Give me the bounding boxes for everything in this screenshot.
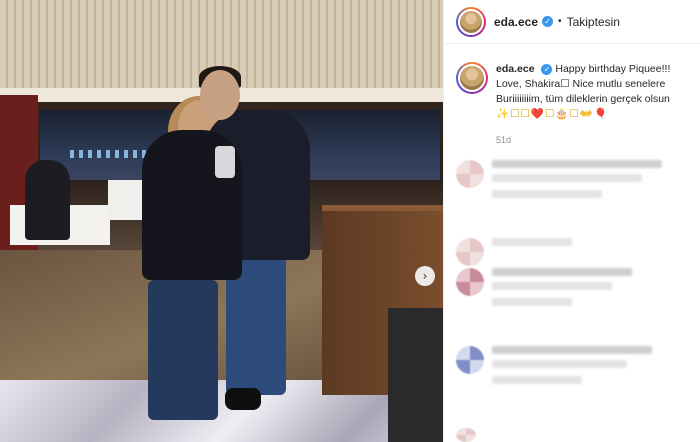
comment-item: [456, 160, 662, 204]
photo-man-head: [200, 70, 240, 120]
caption-avatar-image: [458, 64, 486, 92]
post-age[interactable]: 51d: [496, 135, 511, 145]
comment-avatar: [456, 160, 484, 188]
photo-phone: [215, 146, 235, 178]
comment-avatar: [456, 428, 476, 442]
photo-table-middle: [108, 180, 142, 220]
comment-item: [456, 268, 632, 312]
photo-bin: [388, 308, 443, 442]
author-avatar[interactable]: [456, 6, 486, 37]
caption-line-1: Happy birthday Piquee!!!: [555, 63, 671, 75]
avatar-image: [458, 8, 484, 35]
comment-item: [456, 346, 652, 390]
caption-verified-badge-icon: ✓: [541, 64, 553, 75]
caption-line-2: Love, Shakira☐ Nice mutlu senelere: [496, 78, 666, 90]
post-caption: eda.ece ✓ Happy birthday Piquee!!! Love,…: [456, 62, 696, 122]
comment-item: [456, 428, 476, 442]
comment-blurred-text: [492, 160, 662, 204]
follow-status-button[interactable]: Takiptesin: [567, 15, 620, 29]
comment-blurred-text: [492, 268, 632, 312]
photo-man-shoe: [225, 388, 261, 410]
comment-item: [456, 238, 572, 266]
post-header: eda.ece ✓ • Takiptesin: [444, 0, 700, 44]
chevron-right-icon: ›: [422, 269, 428, 283]
photo-woman-legs: [148, 280, 218, 420]
photo-diner: [25, 160, 70, 240]
post-side-panel: eda.ece ✓ • Takiptesin eda.ece ✓ Happy b…: [443, 0, 700, 442]
caption-body: eda.ece ✓ Happy birthday Piquee!!! Love,…: [496, 62, 691, 122]
caption-username[interactable]: eda.ece: [496, 63, 535, 75]
separator-dot: •: [558, 16, 562, 27]
comment-blurred-text: [492, 346, 652, 390]
comment-blurred-text: [492, 238, 572, 266]
comment-avatar: [456, 268, 484, 296]
next-photo-button[interactable]: ›: [415, 266, 435, 286]
caption-emojis: ✨☐☐❤️☐🎂☐👐🎈: [496, 108, 609, 120]
post-photo[interactable]: ›: [0, 0, 443, 442]
author-username[interactable]: eda.ece: [494, 15, 538, 29]
comment-avatar: [456, 346, 484, 374]
caption-avatar[interactable]: [456, 62, 488, 94]
comment-avatar: [456, 238, 484, 266]
verified-badge-icon: ✓: [542, 16, 554, 27]
caption-line-3: Buriiiiiiiim, tüm dileklerin gerçek olsu…: [496, 93, 670, 105]
